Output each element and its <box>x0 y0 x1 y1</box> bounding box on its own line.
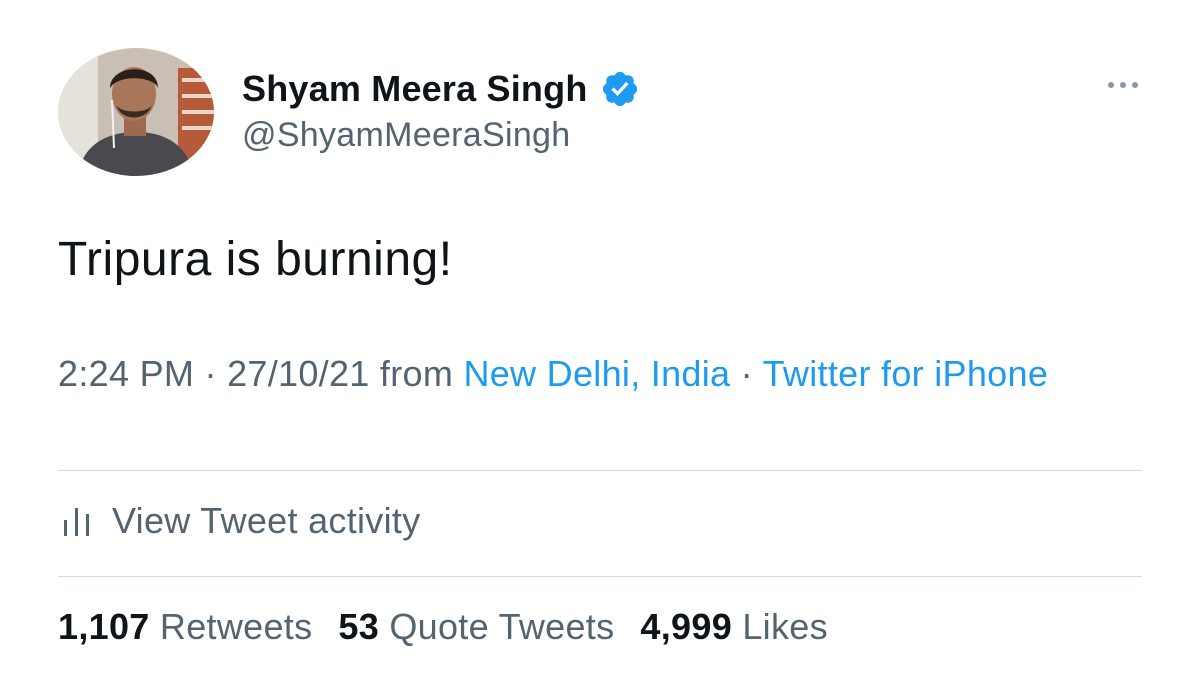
verified-badge-icon <box>600 69 640 109</box>
tweet-text: Tripura is burning! <box>58 233 453 286</box>
quote-tweets-label: Quote Tweets <box>389 606 615 647</box>
retweets-label: Retweets <box>159 606 313 647</box>
profile-photo-icon <box>58 48 214 176</box>
meta-separator: · <box>730 353 763 394</box>
more-options-icon[interactable] <box>1108 82 1138 88</box>
author-display-name[interactable]: Shyam Meera Singh <box>242 68 588 110</box>
meta-from: from <box>369 353 464 394</box>
likes-label: Likes <box>742 606 828 647</box>
tweet-date[interactable]: 27/10/21 <box>227 353 370 394</box>
tweet-source-link[interactable]: Twitter for iPhone <box>763 353 1049 394</box>
quote-tweets-stat[interactable]: 53 Quote Tweets <box>338 606 614 648</box>
meta-separator: · <box>194 353 228 394</box>
tweet-meta: 2:24 PM · 27/10/21 from New Delhi, India… <box>58 350 1118 398</box>
likes-stat[interactable]: 4,999 Likes <box>640 606 827 648</box>
tweet-stats: 1,107 Retweets 53 Quote Tweets 4,999 Lik… <box>58 606 828 648</box>
avatar[interactable] <box>58 48 214 176</box>
retweets-count: 1,107 <box>58 606 150 647</box>
view-tweet-activity-button[interactable]: View Tweet activity <box>62 500 421 542</box>
author-name-row: Shyam Meera Singh <box>242 68 640 110</box>
quote-tweets-count: 53 <box>338 606 380 647</box>
tweet-location-link[interactable]: New Delhi, India <box>463 353 730 394</box>
tweet-card: Shyam Meera Singh @ShyamMeeraSingh Tripu… <box>0 0 1200 675</box>
likes-count: 4,999 <box>640 606 733 647</box>
divider <box>58 470 1142 471</box>
author-handle[interactable]: @ShyamMeeraSingh <box>242 116 570 155</box>
tweet-time[interactable]: 2:24 PM <box>58 353 194 394</box>
bar-chart-icon <box>62 504 92 538</box>
retweets-stat[interactable]: 1,107 Retweets <box>58 606 312 648</box>
view-tweet-activity-label: View Tweet activity <box>112 500 421 541</box>
divider <box>58 576 1142 577</box>
